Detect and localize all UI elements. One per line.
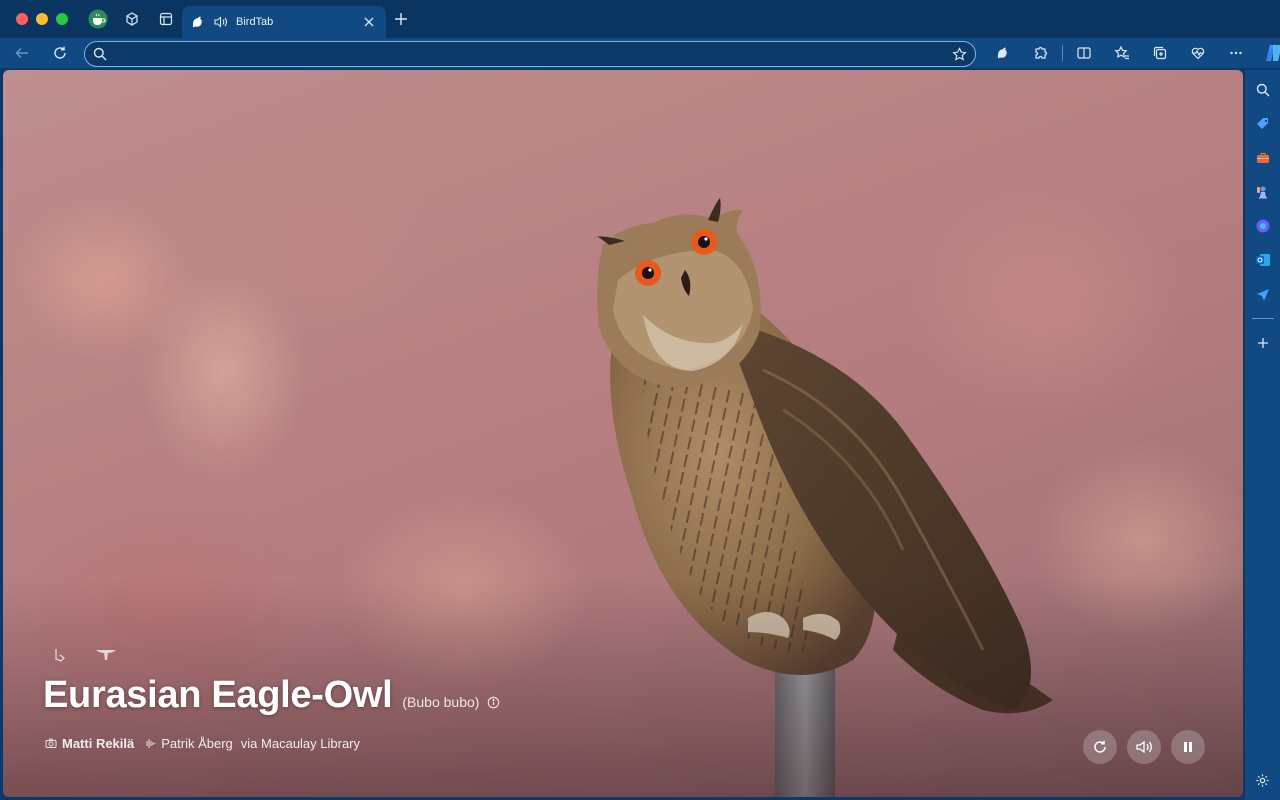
species-heading: Eurasian Eagle-Owl (Bubo bubo) (43, 674, 500, 717)
refresh-button[interactable] (46, 39, 74, 67)
tab-actions-icon (159, 12, 173, 26)
sidebar-search-button[interactable] (1249, 76, 1277, 104)
common-name[interactable]: Eurasian Eagle-Owl (43, 674, 393, 717)
sound-wave-icon (144, 738, 156, 749)
plus-icon (395, 13, 407, 25)
favorites-icon (1114, 45, 1129, 60)
arrow-left-icon (15, 48, 28, 58)
scientific-name: (Bubo bubo) (402, 694, 480, 710)
sidebar-settings-button[interactable] (1249, 766, 1277, 794)
search-icon (1256, 83, 1269, 97)
tab-birdtab[interactable]: BirdTab (182, 6, 386, 38)
profile-avatar-icon (88, 9, 108, 29)
credits: Matti Rekilä Patrik Åberg via Macaulay L… (45, 736, 360, 751)
toolbar (0, 38, 1280, 68)
minimize-window-button[interactable] (36, 13, 48, 25)
refresh-icon (54, 46, 66, 59)
refresh-icon (1094, 740, 1106, 753)
close-tab-button[interactable] (360, 13, 378, 31)
send-icon (1256, 289, 1269, 301)
address-bar[interactable] (84, 41, 976, 67)
collections-icon (1153, 46, 1167, 60)
search-icon (93, 47, 107, 61)
profile-button[interactable] (84, 5, 112, 33)
zoom-window-button[interactable] (56, 13, 68, 25)
bing-icon[interactable] (53, 648, 67, 667)
tab-title: BirdTab (236, 16, 274, 28)
sidebar-m365-button[interactable] (1249, 212, 1277, 240)
collections-button[interactable] (1141, 39, 1179, 67)
info-icon[interactable] (487, 696, 500, 709)
split-screen-button[interactable] (1065, 39, 1103, 67)
more-button[interactable] (1217, 39, 1255, 67)
sidebar-divider (1251, 318, 1274, 319)
address-input[interactable] (115, 47, 952, 61)
sound-button[interactable] (1127, 730, 1161, 764)
photographer-name[interactable]: Matti Rekilä (62, 736, 134, 751)
bird-icon (998, 47, 1007, 59)
sidebar-drop-button[interactable] (1249, 280, 1277, 308)
refresh-bird-button[interactable] (1083, 730, 1117, 764)
briefcase-icon (1256, 152, 1269, 163)
copilot-button[interactable] (1255, 39, 1280, 67)
speaker-icon (1136, 740, 1152, 754)
macaulay-library-icon[interactable] (95, 648, 117, 667)
playback-controls (1083, 730, 1205, 764)
back-button[interactable] (8, 39, 36, 67)
pause-icon (1184, 742, 1192, 752)
pause-button[interactable] (1171, 730, 1205, 764)
more-dots-icon (1230, 51, 1242, 55)
plus-icon (1257, 338, 1268, 348)
heart-pulse-icon (1191, 47, 1205, 60)
birdtab-page: Eurasian Eagle-Owl (Bubo bubo) Matti Rek… (3, 70, 1243, 797)
favorite-star-icon[interactable] (952, 46, 967, 62)
gear-icon (1256, 773, 1269, 787)
window-controls (16, 13, 68, 25)
sidebar-tools-button[interactable] (1249, 144, 1277, 172)
workspaces-icon (126, 12, 138, 26)
close-icon (364, 17, 374, 27)
edge-sidebar (1245, 70, 1280, 800)
toolbar-divider (1062, 45, 1063, 61)
recordist-name[interactable]: Patrik Åberg (161, 736, 233, 751)
chess-piece-icon (1256, 186, 1267, 199)
outlook-icon (1255, 254, 1270, 266)
puzzle-icon (1035, 46, 1048, 59)
tag-icon (1256, 118, 1268, 129)
sidebar-outlook-button[interactable] (1249, 246, 1277, 274)
bird-icon (190, 14, 206, 30)
browser-essentials-button[interactable] (1179, 39, 1217, 67)
birdtab-extension-button[interactable] (984, 39, 1022, 67)
microsoft-365-icon (1256, 219, 1269, 233)
camera-icon (45, 738, 57, 749)
toolbar-actions (984, 39, 1280, 67)
sidebar-games-button[interactable] (1249, 178, 1277, 206)
sidebar-add-button[interactable] (1249, 329, 1277, 357)
speaker-icon[interactable] (212, 14, 228, 30)
close-window-button[interactable] (16, 13, 28, 25)
copilot-icon (1266, 45, 1280, 61)
new-tab-button[interactable] (390, 8, 412, 30)
workspaces-button[interactable] (118, 5, 146, 33)
partner-logos (53, 648, 117, 667)
extensions-button[interactable] (1022, 39, 1060, 67)
split-screen-icon (1077, 47, 1091, 59)
favorites-button[interactable] (1103, 39, 1141, 67)
title-bar: BirdTab (0, 0, 1280, 38)
sidebar-shopping-button[interactable] (1249, 110, 1277, 138)
tab-actions-button[interactable] (152, 5, 180, 33)
source-link[interactable]: via Macaulay Library (241, 736, 360, 751)
